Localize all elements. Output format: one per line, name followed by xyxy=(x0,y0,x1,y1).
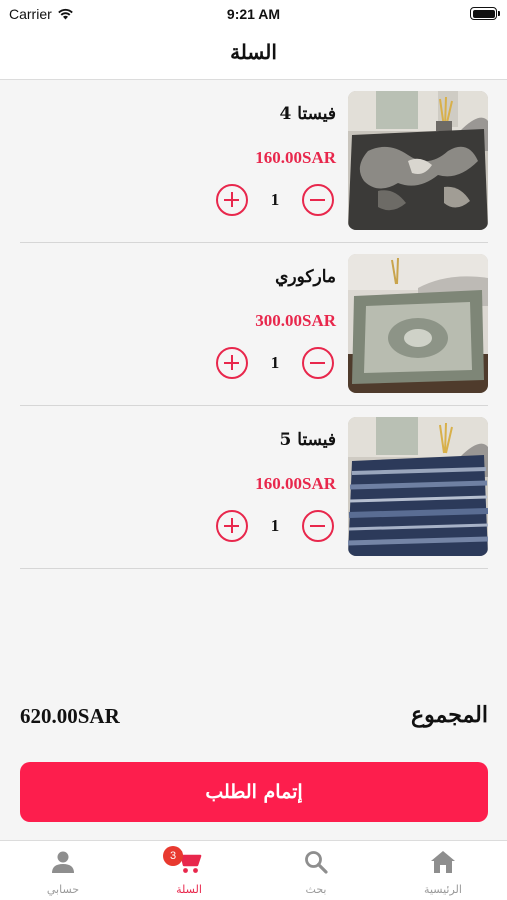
quantity-value: 1 xyxy=(270,516,280,535)
rug-photo-blue-striped xyxy=(348,417,488,556)
product-price: 300.00SAR xyxy=(255,311,336,330)
status-time: 9:21 AM xyxy=(226,6,281,22)
tab-label: بحث xyxy=(305,883,327,896)
increase-quantity-button[interactable] xyxy=(216,510,248,542)
quantity-value: 1 xyxy=(270,353,280,372)
cart-count-badge: 3 xyxy=(163,846,183,866)
increase-quantity-button[interactable] xyxy=(216,184,248,216)
tab-label: الرئيسية xyxy=(424,883,462,896)
navigation-bar: السلة xyxy=(0,30,507,80)
quantity-stepper: 1 xyxy=(216,347,334,381)
tab-home[interactable]: الرئيسية xyxy=(380,841,506,900)
tab-cart[interactable]: 3 السلة xyxy=(126,841,252,900)
cart-item: ماركوري 300.00SAR 1 xyxy=(20,243,488,406)
minus-icon xyxy=(310,524,325,527)
product-image[interactable] xyxy=(348,254,488,393)
quantity-value: 1 xyxy=(270,190,280,209)
battery-icon xyxy=(470,7,500,20)
tab-account[interactable]: حسابي xyxy=(0,841,126,900)
minus-icon xyxy=(310,361,325,364)
increase-quantity-button[interactable] xyxy=(216,347,248,379)
cart-list: فيستا 4 160.00SAR 1 ماركوري 300.00SAR 1 … xyxy=(20,80,488,569)
page-title: السلة xyxy=(230,40,277,64)
quantity-stepper: 1 xyxy=(216,184,334,218)
total-value: 620.00SAR xyxy=(20,704,120,728)
decrease-quantity-button[interactable] xyxy=(302,347,334,379)
decrease-quantity-button[interactable] xyxy=(302,184,334,216)
product-name: فيستا 4 xyxy=(279,104,337,124)
cart-total: المجموع 620.00SAR xyxy=(20,702,488,736)
product-name: ماركوري xyxy=(275,267,336,287)
product-price: 160.00SAR xyxy=(255,148,336,167)
quantity-stepper: 1 xyxy=(216,510,334,544)
product-name: فيستا 5 xyxy=(279,430,337,450)
checkout-button[interactable]: إتمام الطلب xyxy=(20,762,488,822)
tab-label: حسابي xyxy=(46,883,80,896)
checkout-button-label: إتمام الطلب xyxy=(205,781,303,803)
cart-item: فيستا 5 160.00SAR 1 xyxy=(20,406,488,569)
cart-item: فيستا 4 160.00SAR 1 xyxy=(20,80,488,243)
tab-search[interactable]: بحث xyxy=(253,841,379,900)
search-icon xyxy=(305,851,328,874)
status-bar: Carrier 9:21 AM xyxy=(0,0,507,30)
rug-photo-grey-medallion xyxy=(348,254,488,393)
product-price: 160.00SAR xyxy=(255,474,336,493)
tab-label: السلة xyxy=(176,883,202,896)
minus-icon xyxy=(310,198,325,201)
product-image[interactable] xyxy=(348,91,488,230)
product-image[interactable] xyxy=(348,417,488,556)
tab-bar: حسابي 3 السلة بحث الرئيسية xyxy=(0,840,507,900)
total-label: المجموع xyxy=(411,702,488,728)
decrease-quantity-button[interactable] xyxy=(302,510,334,542)
rug-photo-dark-floral xyxy=(348,91,488,230)
person-icon xyxy=(52,851,74,873)
home-icon xyxy=(431,851,455,873)
